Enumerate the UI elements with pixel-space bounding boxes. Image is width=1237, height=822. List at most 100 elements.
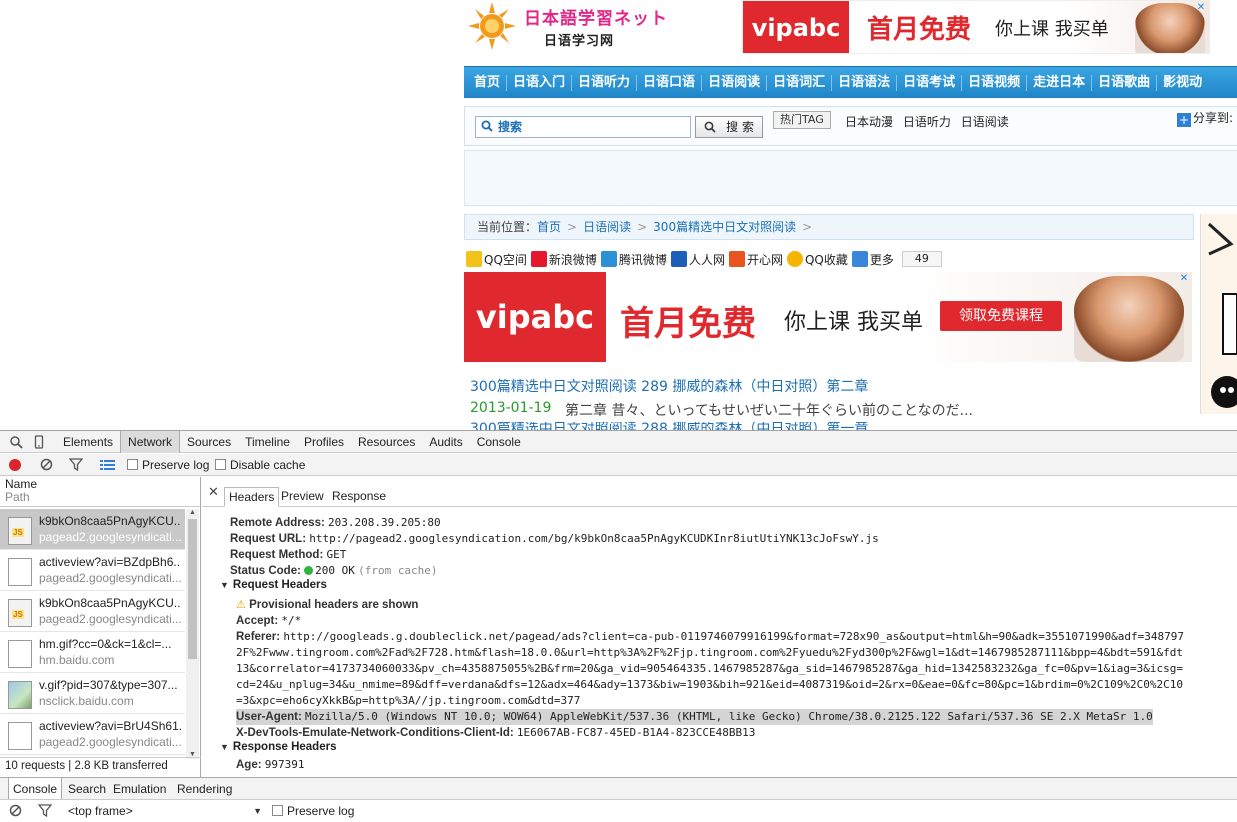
device-mode-icon[interactable] — [32, 435, 46, 449]
search-input[interactable]: 搜索 — [475, 116, 691, 138]
nav-item[interactable]: 日语听力 — [571, 75, 636, 91]
nav-item[interactable]: 日语语法 — [831, 75, 896, 91]
breadcrumb-link[interactable]: 日语阅读 — [583, 220, 631, 234]
share-weibo[interactable]: 新浪微博 — [530, 251, 597, 268]
hot-link[interactable]: 日语阅读 — [961, 115, 1009, 129]
ad-cta-button[interactable]: 领取免费课程 — [940, 301, 1062, 331]
request-list-scrollbar[interactable]: ▲ ▼ — [186, 509, 199, 759]
detail-tabs: ✕ Headers Preview Response — [202, 477, 1237, 507]
nav-item[interactable]: 日语入门 — [506, 75, 571, 91]
scrollbar-thumb[interactable] — [188, 519, 197, 659]
console-toolbar: <top frame> ▼ Preserve log — [0, 799, 1237, 821]
request-row[interactable]: hm.gif?cc=0&ck=1&cl=... hm.baidu.com — [0, 632, 185, 673]
top-banner-ad[interactable]: vipabc 首月免费 你上课 我买单 ✕ — [742, 0, 1210, 54]
ad-close-icon[interactable]: ✕ — [1195, 2, 1207, 14]
drawer-tab-rendering[interactable]: Rendering — [173, 778, 236, 800]
request-row[interactable]: activeview?avi=BrU4Sh61... pagead2.google… — [0, 714, 185, 755]
tab-network[interactable]: Network — [120, 431, 181, 453]
request-row[interactable]: activeview?avi=BZdpBh6... pagead2.googles… — [0, 550, 185, 591]
referer-continued: =3&xpc=eho6cyXkkB&p=http%3A//jp.tingroom… — [236, 693, 580, 709]
response-headers-section[interactable]: ▼ Response Headers — [220, 741, 336, 753]
clear-console-icon[interactable] — [9, 804, 22, 817]
drawer-tab-console[interactable]: Console — [8, 778, 63, 800]
request-host: pagead2.googlesyndicati... — [39, 530, 181, 544]
hot-link[interactable]: 日本动漫 — [845, 115, 893, 129]
warning-text: Provisional headers are shown — [249, 599, 419, 611]
share-qq-favorite[interactable]: QQ收藏 — [786, 251, 848, 268]
share-to[interactable]: + 分享到: — [1177, 109, 1233, 127]
nav-item[interactable]: 日语阅读 — [701, 75, 766, 91]
share-count: 49 — [901, 251, 942, 267]
status-ok-icon — [304, 566, 314, 575]
record-icon[interactable] — [9, 459, 21, 471]
tab-headers[interactable]: Headers — [224, 487, 280, 507]
side-ad[interactable] — [1200, 214, 1237, 414]
breadcrumb-link[interactable]: 首页 — [537, 220, 561, 234]
preserve-log-checkbox[interactable]: Preserve log — [127, 458, 209, 472]
nav-item[interactable]: 日语考试 — [896, 75, 961, 91]
share-kaixin[interactable]: 开心网 — [728, 251, 783, 268]
nav-item[interactable]: 日语视频 — [961, 75, 1026, 91]
share-qzone[interactable]: QQ空间 — [466, 251, 527, 268]
header-value: 997391 — [264, 758, 305, 771]
nav-item[interactable]: 影视动 — [1156, 75, 1208, 91]
list-view-icon[interactable] — [100, 459, 115, 471]
tab-timeline[interactable]: Timeline — [238, 431, 297, 453]
share-renren[interactable]: 人人网 — [670, 251, 725, 268]
frame-select[interactable]: <top frame> ▼ — [68, 803, 264, 819]
tab-elements[interactable]: Elements — [56, 431, 120, 453]
article-date: 2013-01-19 — [470, 400, 552, 416]
provisional-warning: ⚠ Provisional headers are shown — [236, 597, 418, 613]
breadcrumb-link[interactable]: 300篇精选中日文对照阅读 — [653, 220, 796, 234]
ad-close-icon[interactable]: ✕ — [1178, 273, 1190, 285]
filter-icon[interactable] — [69, 458, 83, 471]
leaderboard-ad[interactable]: vipabc 首月免费 你上课 我买单 领取免费课程 ✕ — [464, 272, 1192, 362]
ad-headline: 首月免费 — [620, 304, 756, 344]
tencent-weibo-icon — [600, 251, 617, 267]
header-value: 203.208.39.205:80 — [328, 516, 441, 529]
name-column-header[interactable]: Name Path — [0, 477, 200, 507]
disable-cache-checkbox[interactable]: Disable cache — [215, 458, 305, 472]
request-row[interactable]: JS k9bkOn8caa5PnAgyKCU... pagead2.googlesy… — [0, 591, 185, 632]
tab-console[interactable]: Console — [470, 431, 528, 453]
close-icon[interactable]: ✕ — [208, 484, 219, 500]
clear-icon[interactable] — [40, 458, 53, 471]
logo-japanese-text: 日本語学習ネット — [524, 9, 668, 29]
next-article-link[interactable]: 300篇精选中日文对照阅读 288 挪威的森林（中日对照）第一章 — [470, 422, 868, 430]
tab-profiles[interactable]: Profiles — [297, 431, 351, 453]
inspect-search-icon[interactable] — [9, 435, 23, 449]
tab-sources[interactable]: Sources — [180, 431, 238, 453]
drawer-tab-emulation[interactable]: Emulation — [109, 778, 170, 800]
request-headers-section[interactable]: ▼ Request Headers — [220, 579, 327, 591]
tab-response[interactable]: Response — [328, 487, 390, 507]
tab-resources[interactable]: Resources — [351, 431, 422, 453]
hot-link[interactable]: 日语听力 — [903, 115, 951, 129]
request-name: activeview?avi=BZdpBh6... — [39, 555, 181, 569]
share-tencent-weibo[interactable]: 腾讯微博 — [600, 251, 667, 268]
tab-audits[interactable]: Audits — [422, 431, 469, 453]
header-key: Accept: — [236, 615, 279, 627]
nav-item[interactable]: 首页 — [464, 75, 506, 91]
nav-item[interactable]: 日语词汇 — [766, 75, 831, 91]
article-title-link[interactable]: 300篇精选中日文对照阅读 289 挪威的森林（中日对照）第二章 — [470, 376, 868, 396]
breadcrumb-separator: > — [567, 220, 578, 234]
search-button[interactable]: 搜 索 — [695, 116, 763, 138]
share-label: QQ空间 — [484, 252, 527, 267]
filter-icon[interactable] — [38, 804, 52, 817]
request-row[interactable]: v.gif?pid=307&type=307... nsclick.baidu.c… — [0, 673, 185, 714]
nav-item[interactable]: 走进日本 — [1026, 75, 1091, 91]
request-host: pagead2.googlesyndicati... — [39, 571, 181, 585]
scroll-up-icon[interactable]: ▲ — [188, 509, 197, 517]
share-label: 新浪微博 — [548, 252, 597, 267]
header-key: Status Code: — [230, 565, 301, 577]
console-preserve-log-checkbox[interactable]: Preserve log — [272, 804, 354, 818]
tab-preview[interactable]: Preview — [277, 487, 328, 507]
request-host: pagead2.googlesyndicati... — [39, 612, 181, 626]
site-logo[interactable]: 日本語学習ネット 日语学习网 — [466, 0, 676, 54]
nav-item[interactable]: 日语口语 — [636, 75, 701, 91]
drawer-tab-search[interactable]: Search — [64, 778, 110, 800]
nav-item[interactable]: 日语歌曲 — [1091, 75, 1156, 91]
share-more[interactable]: 更多 — [851, 251, 894, 268]
request-row[interactable]: JS k9bkOn8caa5PnAgyKCU... pagead2.googlesy… — [0, 509, 185, 550]
emulate-client-id-row: X-DevTools-Emulate-Network-Conditions-Cl… — [236, 725, 755, 741]
